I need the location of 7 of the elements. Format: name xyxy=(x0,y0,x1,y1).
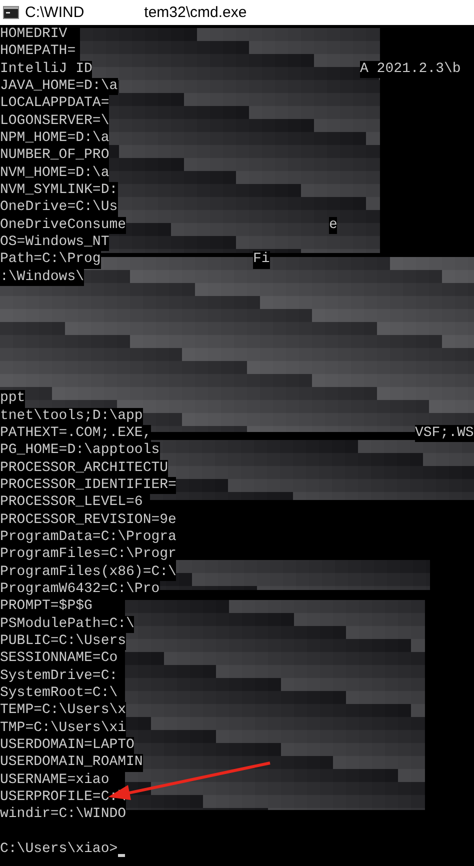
window-title: C:\WIND xyxy=(25,5,84,20)
console-icon xyxy=(3,6,19,19)
console-text: A 2021.2.3\b xyxy=(360,60,461,78)
console-text: VSF;.WS xyxy=(415,424,474,442)
console-text: Fi xyxy=(253,251,270,269)
console-text: e xyxy=(329,216,338,234)
window-title: tem32\cmd.exe xyxy=(144,5,247,20)
